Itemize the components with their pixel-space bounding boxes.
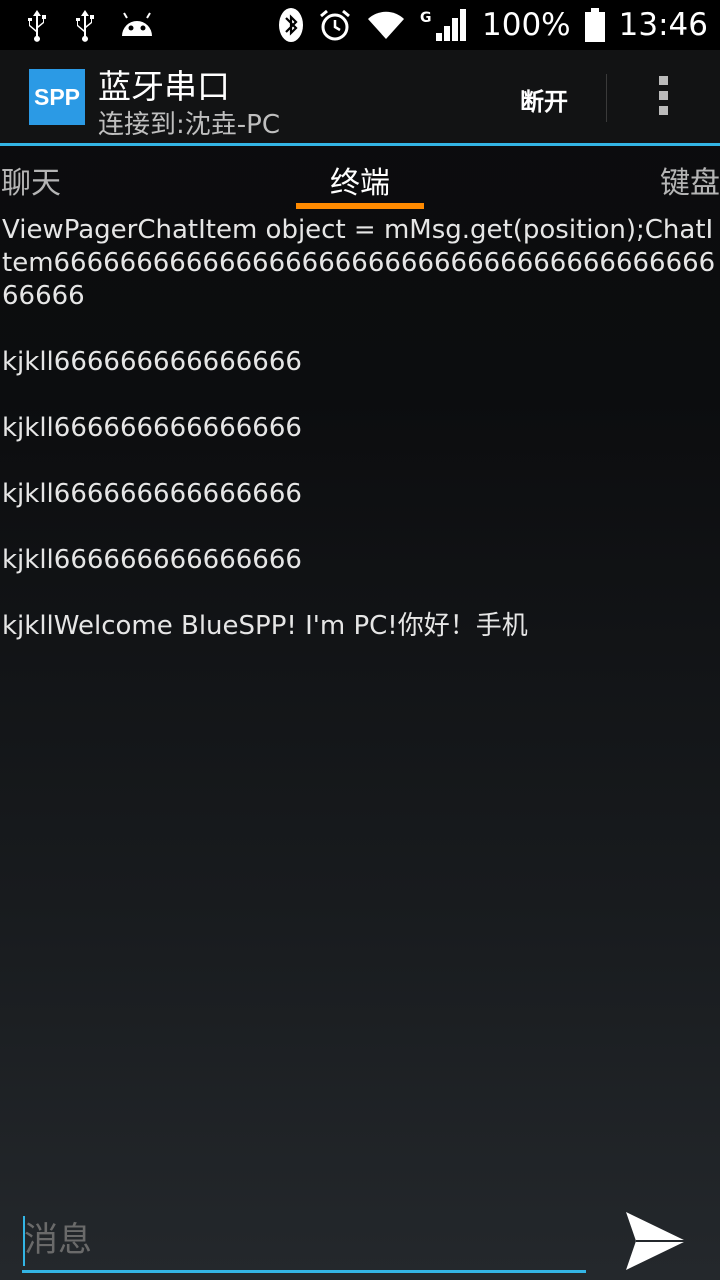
- status-bar-left: [22, 8, 156, 42]
- message-composer: [0, 1200, 720, 1280]
- alarm-icon: [320, 9, 350, 41]
- status-time: 13:46: [618, 7, 708, 43]
- usb-icon: [28, 10, 46, 42]
- usb-icon: [76, 10, 94, 42]
- tab-terminal[interactable]: 终端: [330, 158, 390, 202]
- bluetooth-icon: [279, 8, 304, 42]
- status-bar-right: G 100% 13:46: [278, 6, 708, 44]
- send-icon[interactable]: [620, 1208, 690, 1274]
- status-bar: G 100% 13:46: [0, 0, 720, 50]
- list-item: kjkll666666666666666: [2, 479, 302, 509]
- list-item: ViewPagerChatItem object = mMsg.get(posi…: [2, 215, 716, 311]
- list-item: kjkllWelcome BlueSPP! I'm PC!你好！手机: [2, 611, 528, 641]
- wifi-icon: [368, 11, 405, 39]
- battery-percent: 100%: [482, 7, 571, 43]
- tab-chat[interactable]: 聊天: [1, 158, 61, 202]
- action-bar: SPP 蓝牙串口 连接到:沈垚-PC 断开: [0, 50, 720, 146]
- list-item: kjkll666666666666666: [2, 413, 302, 443]
- app-logo: SPP: [29, 69, 85, 125]
- signal-icon: G: [420, 7, 468, 43]
- disconnect-button[interactable]: 断开: [520, 82, 568, 117]
- tab-bar: 聊天 终端 键盘: [0, 146, 720, 210]
- app-title: 蓝牙串口: [98, 67, 230, 106]
- selected-tab-indicator: [296, 203, 424, 209]
- list-item: kjkll666666666666666: [2, 347, 302, 377]
- list-item: kjkll666666666666666: [2, 545, 302, 575]
- terminal-output[interactable]: ViewPagerChatItem object = mMsg.get(posi…: [2, 214, 720, 676]
- action-bar-divider: [606, 74, 607, 122]
- connection-subtitle: 连接到:沈垚-PC: [98, 110, 280, 140]
- overflow-menu-icon[interactable]: [650, 76, 676, 120]
- text-cursor: [23, 1216, 25, 1266]
- battery-icon: [584, 8, 605, 42]
- tab-keyboard[interactable]: 键盘: [660, 158, 720, 202]
- android-debug-icon: [122, 12, 152, 36]
- message-input[interactable]: [22, 1210, 586, 1273]
